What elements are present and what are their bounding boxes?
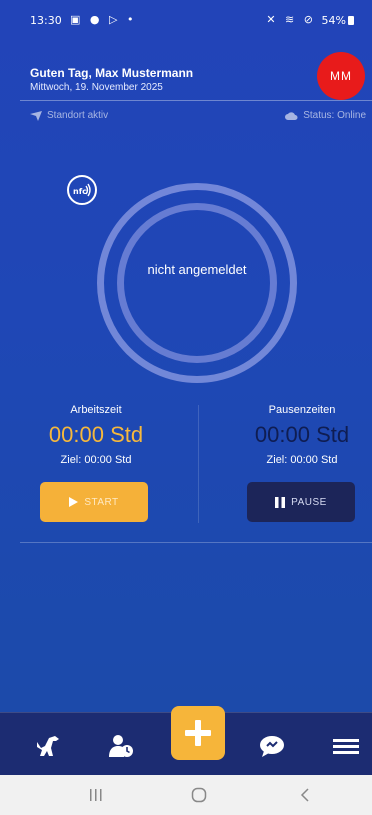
system-navigation-bar xyxy=(0,775,372,815)
nav-user-time[interactable] xyxy=(106,731,136,761)
column-divider xyxy=(198,405,199,523)
start-button[interactable]: START xyxy=(40,482,148,522)
status-bar: 13:30 ▣ ● ▷ • ✕ ≋ ⊘ 54% xyxy=(0,0,372,44)
play-icon xyxy=(69,497,79,507)
pause-button-label: PAUSE xyxy=(291,496,327,508)
nav-chat[interactable] xyxy=(257,731,287,761)
attendance-state: nicht angemeldet xyxy=(147,262,247,277)
work-time-value: 00:00 Std xyxy=(48,422,144,447)
home-button[interactable] xyxy=(187,785,211,805)
nfc-button[interactable]: nfc xyxy=(67,175,97,205)
plus-icon xyxy=(185,720,211,746)
dino-icon xyxy=(37,736,59,756)
system-status-icons: ✕ ≋ ⊘ xyxy=(266,13,316,26)
header-divider xyxy=(20,100,372,101)
battery-percent: 54% xyxy=(321,14,346,27)
svg-text:nfc: nfc xyxy=(73,187,87,196)
pause-time-target: Ziel: 00:00 Std xyxy=(266,454,338,466)
current-date: Mittwoch, 19. November 2025 xyxy=(30,82,163,93)
nav-dino[interactable] xyxy=(33,731,63,761)
pause-icon xyxy=(275,496,286,508)
recent-apps-button[interactable] xyxy=(84,785,108,805)
status-label: Status: Online xyxy=(303,110,366,121)
user-clock-icon xyxy=(109,735,133,757)
avatar[interactable]: MM xyxy=(317,52,365,100)
greeting: Guten Tag, Max Mustermann xyxy=(30,66,194,80)
status-time: 13:30 xyxy=(30,14,62,27)
pause-time-panel: Pausenzeiten 00:00 Std Ziel: 00:00 Std xyxy=(222,404,372,466)
notification-icons: ▣ ● ▷ • xyxy=(70,13,137,26)
battery-icon xyxy=(348,16,354,25)
pause-time-label: Pausenzeiten xyxy=(268,404,336,416)
add-entry-button[interactable] xyxy=(171,706,225,760)
menu-icon xyxy=(333,739,359,754)
pause-time-value: 00:00 Std xyxy=(254,422,350,447)
work-time-panel: Arbeitszeit 00:00 Std Ziel: 00:00 Std xyxy=(16,404,176,466)
cloud-icon xyxy=(285,111,298,120)
back-button[interactable] xyxy=(293,785,317,805)
attendance-ring-inner xyxy=(117,203,277,363)
recent-apps-icon xyxy=(90,789,102,801)
location-label: Standort aktiv xyxy=(47,110,109,121)
home-icon xyxy=(191,787,207,803)
section-divider xyxy=(20,542,372,543)
work-time-label: Arbeitszeit xyxy=(70,404,122,416)
work-time-target: Ziel: 00:00 Std xyxy=(60,454,132,466)
attendance-ring[interactable] xyxy=(97,183,297,383)
nfc-icon: nfc xyxy=(73,183,91,197)
battery-indicator: 54% xyxy=(322,14,354,27)
pause-button[interactable]: PAUSE xyxy=(247,482,355,522)
app-screen: 13:30 ▣ ● ▷ • ✕ ≋ ⊘ 54% Guten Tag, Max M… xyxy=(0,0,372,775)
back-icon xyxy=(300,788,309,802)
chat-icon xyxy=(260,736,284,757)
nav-menu[interactable] xyxy=(331,731,361,761)
start-button-label: START xyxy=(84,496,119,508)
location-status: Standort aktiv xyxy=(30,110,108,121)
online-status: Status: Online xyxy=(285,110,366,121)
location-arrow-icon xyxy=(30,110,42,121)
